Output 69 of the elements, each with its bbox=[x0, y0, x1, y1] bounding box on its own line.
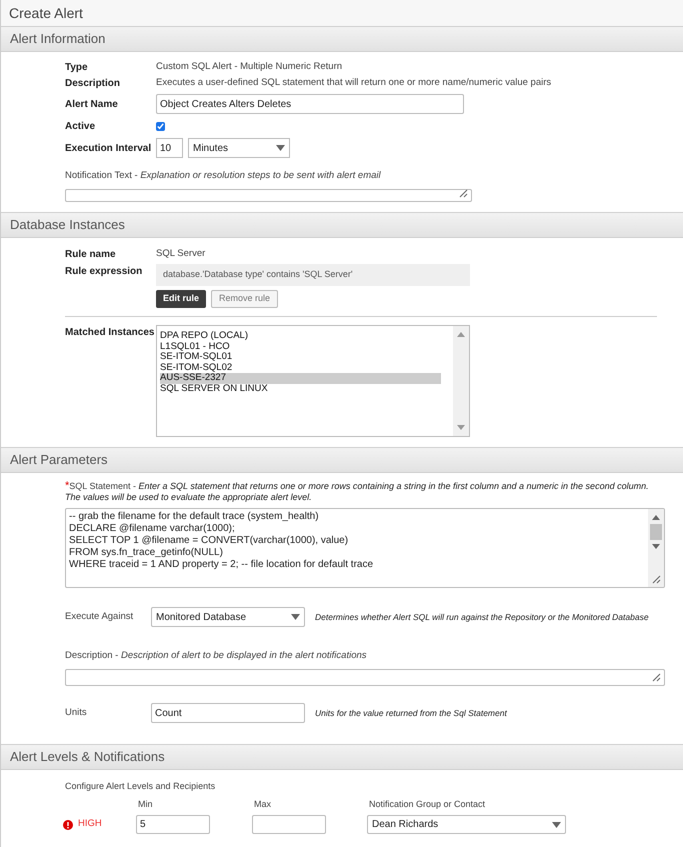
section-title: Alert Parameters bbox=[10, 451, 108, 470]
field-label: Alert Name bbox=[65, 98, 119, 112]
sql-statement-caption: *SQL Statement - Enter a SQL statement that returns one or more rows containing a string in the first column and a numeric in the second column. The values will be used to evaluate the appropriate alert level. bbox=[65, 481, 650, 503]
scroll-down-icon[interactable] bbox=[457, 425, 465, 430]
contact-select[interactable]: Dean Richards bbox=[367, 815, 566, 834]
interval-field[interactable]: 10 bbox=[156, 138, 183, 158]
caret-icon bbox=[552, 822, 561, 828]
column-header: Notification Group or Contact bbox=[369, 798, 486, 811]
code-line: FROM sys.fn_trace_getinfo(NULL) bbox=[69, 547, 224, 559]
resize-grip-icon bbox=[651, 672, 661, 682]
type-value: Custom SQL Alert - Multiple Numeric Return bbox=[156, 60, 342, 74]
page-title: Create Alert bbox=[9, 4, 83, 22]
units-field[interactable]: Count bbox=[151, 703, 305, 723]
instance-option[interactable]: DPA REPO (LOCAL) bbox=[160, 331, 441, 342]
caret-icon bbox=[291, 614, 300, 620]
instance-option[interactable]: SQL SERVER ON LINUX bbox=[160, 384, 441, 394]
code-line: -- grab the filename for the default trace (system_health) bbox=[69, 511, 320, 523]
field-label: Active bbox=[65, 120, 96, 134]
field-label: Units bbox=[65, 706, 88, 720]
scrollbar[interactable] bbox=[648, 509, 664, 587]
column-header: Max bbox=[254, 798, 272, 810]
interval-unit-select[interactable]: Minutes bbox=[188, 138, 290, 158]
section-title: Alert Levels & Notifications bbox=[10, 748, 165, 766]
execute-against-select[interactable]: Monitored Database bbox=[151, 607, 305, 627]
level-name: HIGH bbox=[78, 817, 102, 832]
edit-rule-button[interactable]: Edit rule bbox=[156, 290, 206, 308]
scroll-thumb[interactable] bbox=[650, 524, 662, 540]
field-caption: Description - Description of alert to be displayed in the alert notifications bbox=[65, 650, 367, 661]
instance-option[interactable]: SE-ITOM-SQL02 bbox=[160, 362, 441, 373]
field-label: Matched Instances bbox=[65, 326, 156, 340]
field-caption: Notification Text - Explanation or resolution steps to be sent with alert email bbox=[65, 170, 381, 181]
field-label: Execute Against bbox=[65, 610, 134, 624]
code-line: DECLARE @filename varchar(1000); bbox=[69, 523, 236, 535]
scrollbar[interactable] bbox=[453, 326, 469, 436]
remove-rule-button[interactable]: Remove rule bbox=[211, 290, 278, 308]
description-field[interactable] bbox=[65, 669, 665, 686]
scroll-up-icon[interactable] bbox=[652, 515, 660, 520]
field-label: Rule name bbox=[65, 248, 117, 262]
field-label: Execution Interval bbox=[65, 142, 152, 156]
levels-subtitle: Configure Alert Levels and Recipients bbox=[65, 780, 216, 793]
field-label: Type bbox=[65, 60, 89, 74]
caret-icon bbox=[276, 145, 285, 151]
resize-grip-icon bbox=[458, 188, 468, 198]
resize-grip-icon bbox=[651, 574, 661, 584]
rule-name-value: SQL Server bbox=[156, 246, 206, 261]
code-line: SELECT TOP 1 @filename = CONVERT(varchar(1000), value) bbox=[69, 535, 350, 547]
alert-icon bbox=[63, 820, 73, 830]
instance-option[interactable]: L1SQL01 - HCO bbox=[160, 342, 441, 352]
notification-text-field[interactable] bbox=[65, 189, 472, 202]
sql-statement-field[interactable] bbox=[65, 508, 665, 588]
alert-name-field[interactable]: Object Creates Alters Deletes bbox=[156, 94, 464, 114]
column-header: Min bbox=[138, 798, 154, 810]
field-label: Rule expression bbox=[65, 265, 144, 279]
scroll-up-icon[interactable] bbox=[457, 332, 465, 337]
code-line: WHERE traceid = 1 AND property = 2; -- file location for default trace bbox=[69, 559, 374, 571]
section-title: Database Instances bbox=[10, 216, 125, 234]
min-field[interactable]: 5 bbox=[136, 815, 210, 834]
field-hint: Units for the value returned from the Sql Statement bbox=[315, 706, 507, 720]
active-checkbox[interactable] bbox=[156, 122, 165, 130]
scroll-down-icon[interactable] bbox=[652, 544, 660, 549]
description-value: Executes a user-defined SQL statement that will return one or more name/numeric value pairs bbox=[156, 76, 552, 90]
section-title: Alert Information bbox=[10, 30, 106, 48]
max-field[interactable] bbox=[252, 815, 326, 834]
instances-list[interactable]: DPA REPO (LOCAL) L1SQL01 - HCO SE-ITOM-SQL01 SE-ITOM-SQL02 AUS-SSE-2327 SQL SERVER ON LINUX bbox=[156, 325, 470, 437]
instance-option[interactable]: SE-ITOM-SQL01 bbox=[160, 352, 441, 362]
instance-option[interactable]: AUS-SSE-2327 bbox=[160, 373, 441, 384]
field-label: Description bbox=[65, 76, 122, 90]
field-hint: Determines whether Alert SQL will run against the Repository or the Monitored Database bbox=[315, 610, 649, 624]
rule-expression-text: database.'Database type' contains 'SQL Server' bbox=[163, 268, 353, 282]
